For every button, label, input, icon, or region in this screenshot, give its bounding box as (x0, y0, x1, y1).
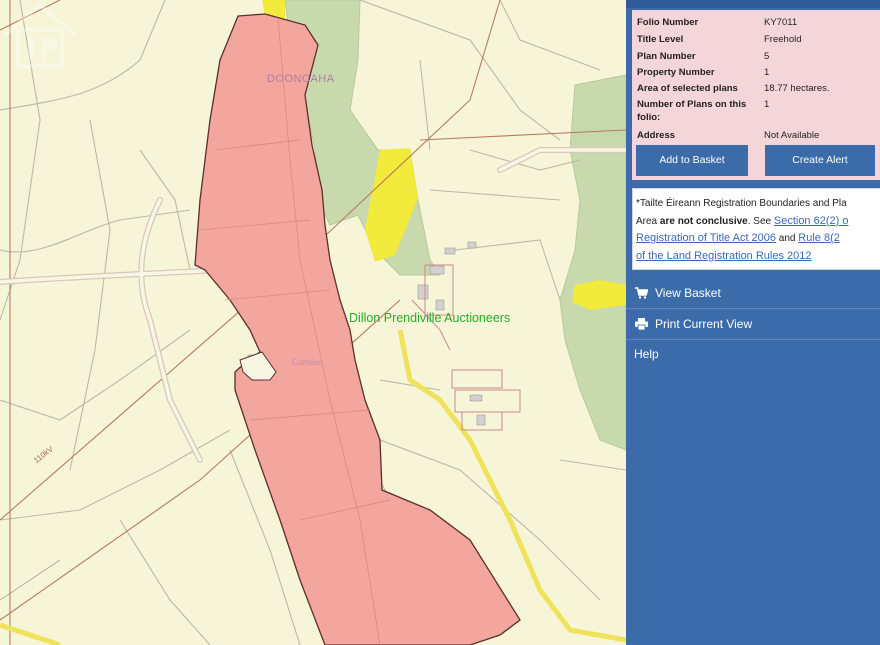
help-label: Help (634, 347, 659, 361)
cart-icon (634, 278, 648, 308)
print-view-menu-item[interactable]: Print Current View (626, 309, 880, 340)
notice-text: Area (636, 215, 660, 227)
folio-key: Area of selected plans (637, 83, 738, 94)
panel-top-bar (626, 0, 880, 8)
notice-line-2: Area are not conclusive. See Section 62(… (636, 213, 880, 231)
notice-line-3: Registration of Title Act 2006 and Rule … (636, 230, 880, 248)
folio-side-panel: Folio Number KY7011 Title Level Freehold… (626, 0, 880, 645)
land-registration-rules-link[interactable]: of the Land Registration Rules 2012 (636, 250, 812, 262)
registration-act-link[interactable]: Registration of Title Act 2006 (636, 232, 776, 244)
notice-text: and (776, 233, 799, 244)
help-menu-item[interactable]: Help (626, 339, 880, 369)
create-alert-button[interactable]: Create Alert (765, 145, 875, 176)
folio-info-box: Folio Number KY7011 Title Level Freehold… (632, 10, 880, 180)
map-layer (0, 0, 626, 645)
map-canvas[interactable]: DOONCAHA Curheen Dillon Prendiville Auct… (0, 0, 626, 645)
folio-key: Title Level (637, 34, 684, 45)
townland-label: DOONCAHA (267, 73, 335, 85)
folio-key: Plan Number (637, 51, 696, 62)
print-view-label: Print Current View (655, 317, 753, 331)
watermark-text: Dillon Prendiville Auctioneers (349, 311, 511, 325)
notice-text: . See (747, 215, 774, 227)
yellow-plot (572, 280, 626, 310)
logo-watermark-icon (3, 2, 77, 68)
section-62-link[interactable]: Section 62(2) o (774, 215, 849, 227)
notice-line-4: of the Land Registration Rules 2012 (636, 248, 880, 266)
rule-8-link[interactable]: Rule 8(2 (798, 232, 840, 244)
folio-value: 1 (764, 67, 770, 78)
sub-townland-label: Curheen (292, 358, 323, 367)
selected-plan-area (194, 13, 521, 645)
notice-line-1: *Tailte Éireann Registration Boundaries … (636, 198, 847, 209)
notice-bold-text: are not conclusive (659, 215, 748, 227)
folio-value: 18.77 hectares. (764, 83, 830, 94)
view-basket-label: View Basket (655, 286, 721, 300)
folio-value: 5 (764, 51, 770, 62)
view-basket-menu-item[interactable]: View Basket (626, 278, 880, 309)
folio-value: Freehold (764, 34, 802, 45)
folio-value: KY7011 (764, 17, 798, 28)
folio-key: Address (637, 130, 676, 141)
folio-value: Not Available (764, 130, 820, 141)
print-icon (634, 309, 648, 339)
folio-key: Number of Plans on this folio: (637, 99, 747, 123)
folio-value: 1 (764, 99, 770, 110)
registration-notice: *Tailte Éireann Registration Boundaries … (632, 188, 880, 270)
folio-key: Property Number (637, 67, 715, 78)
add-to-basket-button[interactable]: Add to Basket (636, 145, 748, 176)
folio-key: Folio Number (637, 17, 699, 28)
